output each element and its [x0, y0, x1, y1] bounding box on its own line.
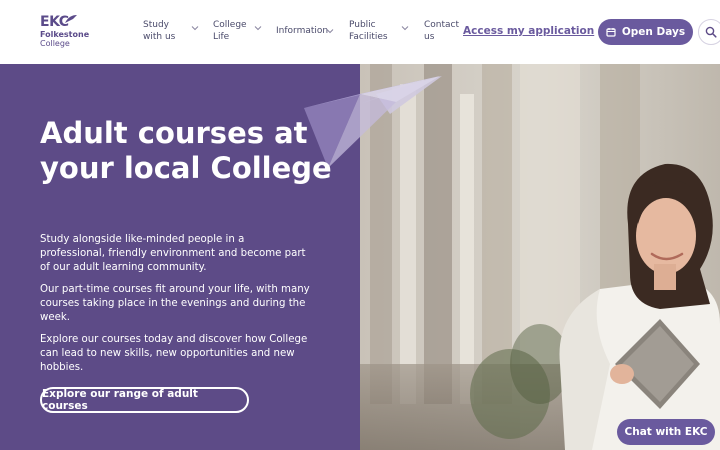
chevron-down-icon — [401, 26, 409, 31]
logo-swoosh-icon — [65, 15, 77, 23]
nav-item-contact-us[interactable]: Contact us — [424, 19, 460, 43]
nav-label: Study with us — [143, 20, 176, 42]
logo-text-line2: College — [40, 39, 70, 48]
open-days-label: Open Days — [621, 26, 686, 38]
search-button[interactable] — [698, 19, 720, 45]
calendar-icon — [606, 28, 616, 37]
hero-paragraph-2: Our part-time courses fit around your li… — [40, 284, 310, 323]
access-my-application-link[interactable]: Access my application — [463, 25, 594, 37]
nav-item-information[interactable]: Information — [276, 25, 336, 37]
nav-item-public-facilities[interactable]: Public Facilities — [349, 19, 409, 43]
chevron-down-icon — [326, 29, 334, 34]
search-icon — [705, 26, 717, 38]
open-days-button[interactable]: Open Days — [598, 19, 693, 45]
nav-label: College Life — [213, 20, 247, 42]
hero-paragraph-3: Explore our courses today and discover h… — [40, 334, 308, 373]
nav-item-college-life[interactable]: College Life — [213, 19, 263, 43]
hero-paragraph-1: Study alongside like-minded people in a … — [40, 234, 306, 273]
nav-item-study-with-us[interactable]: Study with us — [143, 19, 199, 43]
chevron-down-icon — [191, 26, 199, 31]
nav-label: Contact us — [424, 20, 460, 42]
explore-adult-courses-button[interactable]: Explore our range of adult courses — [40, 387, 249, 413]
hero-title: Adult courses at your local College — [40, 116, 332, 185]
college-logo[interactable]: EKC Folkestone College — [40, 14, 100, 50]
chevron-down-icon — [254, 26, 262, 31]
nav-label: Public Facilities — [349, 20, 388, 42]
nav-label: Information — [276, 26, 329, 36]
site-header: EKC Folkestone College Study with us Col… — [0, 0, 720, 64]
chat-with-ekc-button[interactable]: Chat with EKC — [617, 419, 715, 445]
